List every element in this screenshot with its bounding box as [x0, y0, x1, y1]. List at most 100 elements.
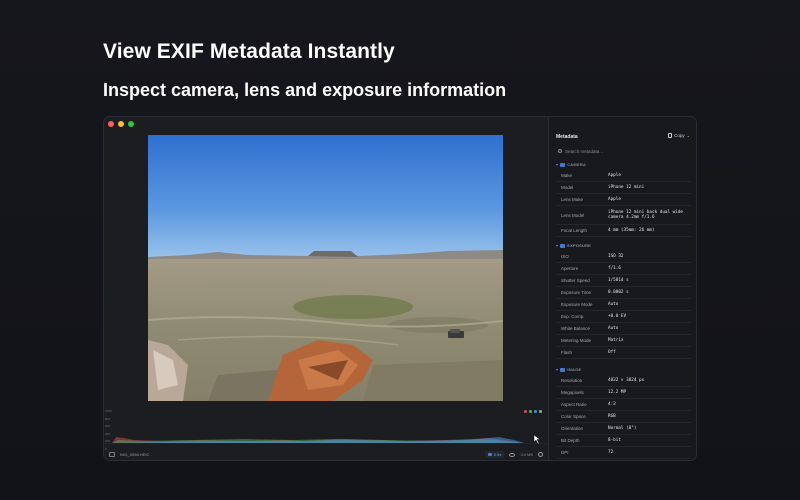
metadata-key: Aspect Ratio — [561, 402, 587, 407]
metadata-value: 0.0002 s — [608, 289, 629, 295]
metadata-key: Megapixels — [561, 390, 584, 395]
metadata-value: RGB — [608, 413, 616, 419]
copy-button[interactable]: Copy ⌄ — [668, 133, 690, 138]
metadata-row: Lens Model iPhone 12 mini back dual wide … — [556, 206, 691, 225]
metadata-row: Lens Make Apple — [556, 194, 691, 206]
headline: View EXIF Metadata Instantly — [103, 40, 395, 63]
metadata-value: iPhone 12 mini back dual wide camera 4.2… — [608, 209, 684, 221]
photo-preview[interactable] — [148, 135, 503, 401]
minimize-window-button[interactable] — [118, 121, 124, 127]
metadata-key: Flash — [561, 350, 573, 355]
metadata-row: Color Space RGB — [556, 411, 691, 423]
zoom-level: 0.9x — [493, 452, 502, 457]
metadata-row: DPI 72 — [556, 447, 691, 459]
image-viewer: 1000 800 600 400 200 0 IMG_0598.HEIC 0.9… — [104, 117, 548, 460]
metadata-value: iPhone 12 mini — [608, 184, 645, 190]
image-icon — [560, 367, 566, 372]
zoom-control[interactable]: 0.9x — [484, 451, 505, 458]
metadata-key: Resolution — [561, 378, 583, 383]
metadata-value: Apple — [608, 196, 621, 202]
metadata-value: +0.0 EV — [608, 313, 627, 319]
fit-icon — [487, 453, 492, 456]
metadata-key: Bit Depth — [561, 438, 580, 443]
metadata-value: 72 — [608, 449, 614, 455]
copy-icon — [668, 133, 673, 138]
metadata-value: 12.2 MP — [608, 389, 627, 395]
file-name: IMG_0598.HEIC — [120, 452, 150, 457]
chevron-down-icon: ▾ — [556, 243, 559, 248]
search-bar — [554, 146, 694, 156]
gear-icon[interactable] — [538, 452, 543, 457]
metadata-row: White Balance Auto — [556, 323, 691, 335]
metadata-key: Lens Model — [561, 212, 585, 218]
metadata-row: Exposure Time 0.0002 s — [556, 287, 691, 299]
metadata-value: Auto — [608, 301, 619, 307]
chevron-down-icon: ⌄ — [686, 133, 690, 138]
search-icon — [558, 149, 562, 153]
metadata-value: 4:3 — [608, 401, 616, 407]
metadata-row: Shutter Speed 1/5814 s — [556, 275, 691, 287]
exposure-icon — [560, 243, 566, 248]
camera-icon — [560, 162, 566, 167]
metadata-key: Aperture — [561, 266, 579, 271]
metadata-key: Lens Make — [561, 197, 584, 202]
chevron-down-icon: ▾ — [556, 162, 559, 167]
metadata-value: f/1.6 — [608, 265, 621, 271]
metadata-key: Shutter Speed — [561, 278, 590, 283]
mouse-cursor-icon — [533, 434, 541, 445]
metadata-row: Orientation Normal (0°) — [556, 423, 691, 435]
metadata-panel: Metadata Copy ⌄ ▾ CAMERA Make Apple Model… — [548, 117, 696, 460]
histogram-chart — [104, 434, 548, 445]
metadata-value: 8-bit — [608, 437, 621, 443]
metadata-value: ISO 32 — [608, 253, 624, 259]
metadata-key: Color Space — [561, 414, 586, 419]
metadata-row: Aperture f/1.6 — [556, 263, 691, 275]
section-header-exposure[interactable]: ▾ EXPOSURE — [556, 243, 591, 248]
desert-landscape-photo — [148, 135, 503, 401]
metadata-value: 4 mm (35mm: 26 mm) — [608, 227, 655, 233]
section-header-camera[interactable]: ▾ CAMERA — [556, 162, 586, 167]
metadata-value: Normal (0°) — [608, 425, 637, 431]
metadata-value: Apple — [608, 172, 621, 178]
section-title: IMAGE — [567, 367, 582, 372]
metadata-row: Exposure Mode Auto — [556, 299, 691, 311]
metadata-row: ISO ISO 32 — [556, 251, 691, 263]
metadata-value: Auto — [608, 325, 619, 331]
metadata-key: DPI — [561, 450, 569, 455]
section-title: EXPOSURE — [567, 243, 592, 248]
metadata-key: Exposure Mode — [561, 302, 593, 307]
metadata-value: Matrix — [608, 337, 624, 343]
metadata-value: 1/5814 s — [608, 277, 629, 283]
eye-icon[interactable] — [509, 452, 516, 457]
metadata-row: Flash Off — [556, 347, 691, 359]
section-title: CAMERA — [567, 162, 586, 167]
metadata-key: Focal Length — [561, 228, 588, 233]
metadata-row: Exp. Comp. +0.0 EV — [556, 311, 691, 323]
close-window-button[interactable] — [108, 121, 114, 127]
search-input[interactable] — [565, 148, 685, 154]
zoom-window-button[interactable] — [128, 121, 134, 127]
section-header-image[interactable]: ▾ IMAGE — [556, 367, 581, 372]
metadata-row: Aspect Ratio 4:3 — [556, 399, 691, 411]
chevron-down-icon: ▾ — [556, 367, 559, 372]
status-bar: IMG_0598.HEIC 0.9x 3.5 MB — [104, 447, 548, 460]
metadata-key: Exp. Comp. — [561, 314, 585, 319]
metadata-value: Off — [608, 349, 616, 355]
metadata-key: Model — [561, 185, 574, 190]
panel-title: Metadata — [556, 134, 578, 140]
metadata-key: Exposure Time — [561, 290, 592, 295]
subheadline: Inspect camera, lens and exposure inform… — [103, 80, 507, 100]
metadata-key: Make — [561, 173, 573, 178]
metadata-row: Resolution 4032 × 3024 px — [556, 375, 691, 387]
metadata-row: Metering Mode Matrix — [556, 335, 691, 347]
metadata-key: ISO — [561, 254, 569, 259]
metadata-key: White Balance — [561, 326, 591, 331]
metadata-row: Make Apple — [556, 170, 691, 182]
metadata-key: Metering Mode — [561, 338, 592, 343]
metadata-value: 4032 × 3024 px — [608, 377, 645, 383]
metadata-key: Orientation — [561, 426, 584, 431]
image-file-icon — [109, 452, 115, 457]
copy-label: Copy — [674, 133, 685, 138]
app-window: 1000 800 600 400 200 0 IMG_0598.HEIC 0.9… — [103, 116, 697, 461]
file-size: 3.5 MB — [520, 452, 533, 457]
